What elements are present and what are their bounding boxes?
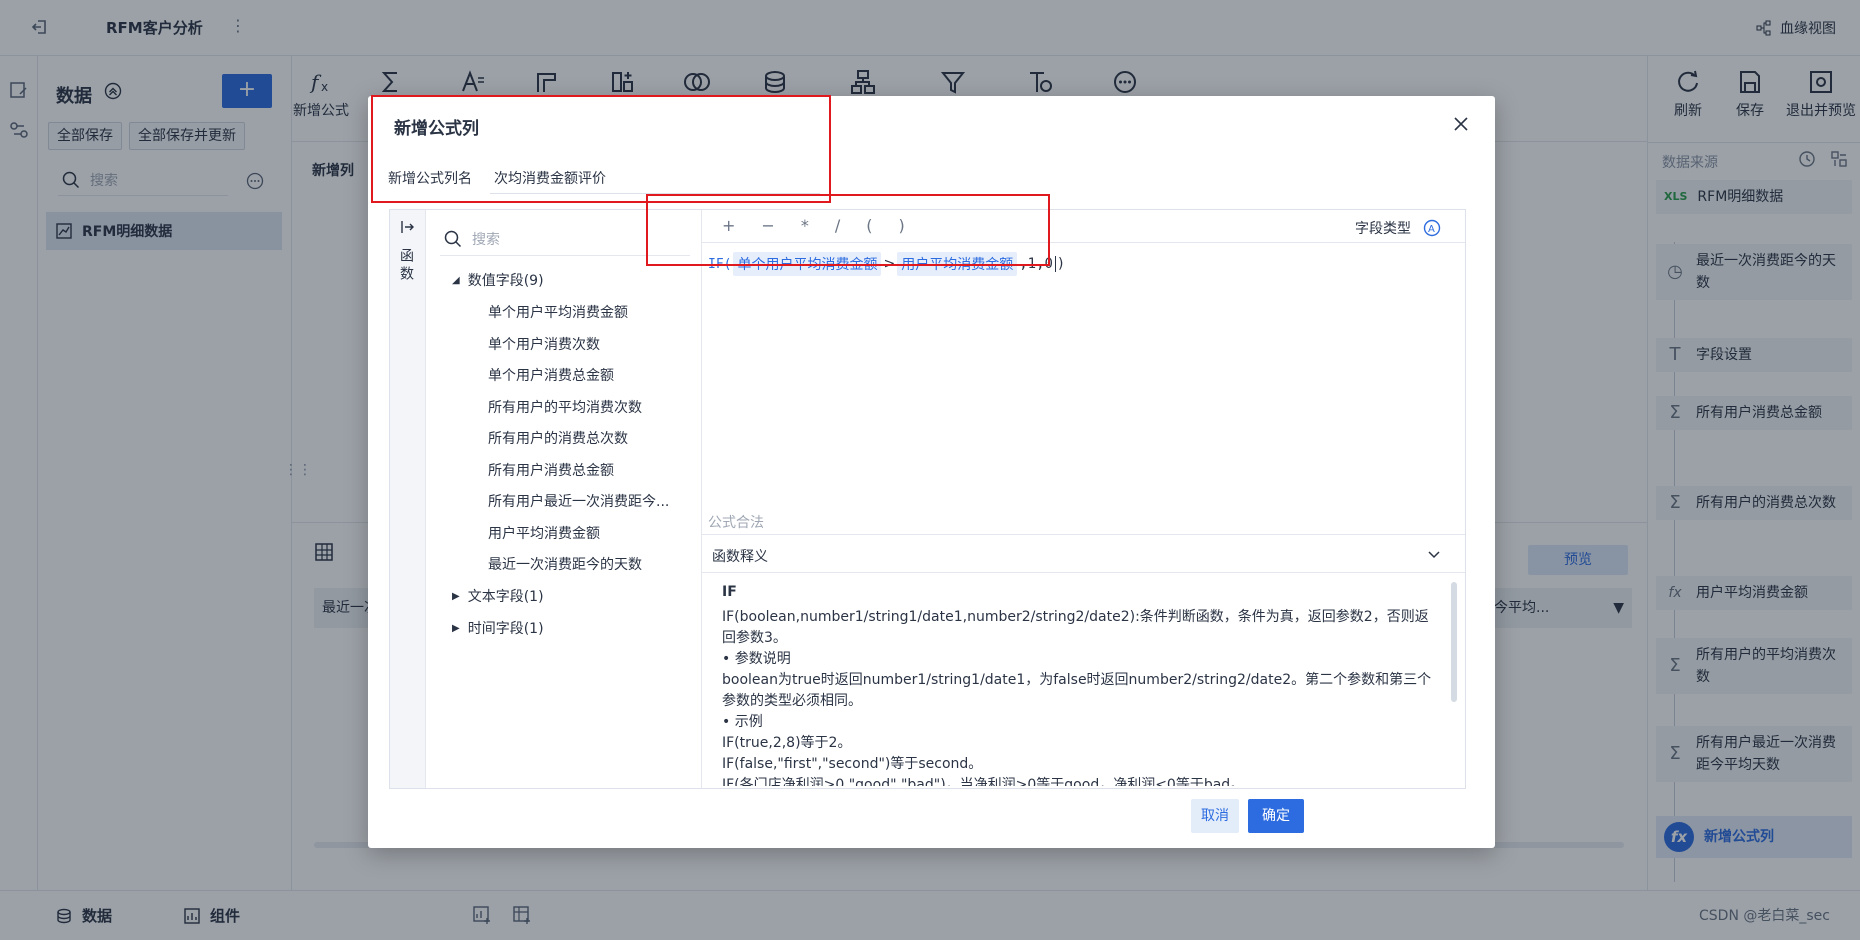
close-icon[interactable] bbox=[1453, 116, 1469, 132]
function-name: IF bbox=[722, 584, 737, 600]
search-icon bbox=[444, 230, 462, 248]
confirm-button[interactable]: 确定 bbox=[1248, 799, 1304, 833]
group-label: 时间字段(1) bbox=[467, 621, 544, 637]
field-type-selector[interactable]: 字段类型 A bbox=[1355, 218, 1441, 238]
divider bbox=[702, 534, 1465, 535]
field-item[interactable]: 单个用户消费次数 bbox=[488, 334, 693, 354]
cancel-button[interactable]: 取消 bbox=[1191, 799, 1239, 833]
example-line: IF(各门店净利润>0,"good","bad")，当净利润>0等于good，净… bbox=[722, 777, 1245, 786]
field-item[interactable]: 单个用户消费总金额 bbox=[488, 365, 693, 385]
field-search-placeholder: 搜索 bbox=[472, 231, 500, 248]
highlight-box bbox=[646, 194, 1050, 266]
text-caret bbox=[1054, 256, 1056, 272]
chevron-down-icon[interactable] bbox=[1427, 548, 1441, 562]
field-item[interactable]: 所有用户的平均消费次数 bbox=[488, 397, 693, 417]
param-text: boolean为true时返回number1/string1/date1，为fa… bbox=[722, 672, 1432, 709]
formula-close: ) bbox=[1057, 256, 1064, 272]
formula-valid-status: 公式合法 bbox=[708, 515, 764, 531]
divider bbox=[702, 572, 1465, 573]
function-signature: IF(boolean,number1/string1/date1,number2… bbox=[722, 609, 1429, 646]
caret-right-icon: ▶ bbox=[452, 622, 460, 634]
new-formula-dialog: 新增公式列 新增公式列名 函数 搜索 ◢ 数值字段(9) 单个用户平均消费金额 … bbox=[368, 95, 1495, 848]
field-item[interactable]: 最近一次消费距今的天数 bbox=[488, 554, 693, 574]
group-numeric[interactable]: ◢ 数值字段(9) bbox=[452, 270, 544, 290]
expand-icon[interactable] bbox=[400, 220, 414, 234]
function-rail[interactable]: 函数 bbox=[390, 210, 426, 788]
group-text[interactable]: ▶ 文本字段(1) bbox=[452, 586, 544, 606]
param-heading: • 参数说明 bbox=[722, 651, 791, 667]
field-panel: 搜索 ◢ 数值字段(9) 单个用户平均消费金额 单个用户消费次数 单个用户消费总… bbox=[426, 210, 702, 788]
group-time[interactable]: ▶ 时间字段(1) bbox=[452, 618, 544, 638]
function-doc-title: 函数释义 bbox=[712, 549, 768, 565]
svg-text:A: A bbox=[1428, 224, 1435, 235]
field-item[interactable]: 用户平均消费金额 bbox=[488, 523, 693, 543]
highlight-box bbox=[371, 95, 831, 203]
field-item[interactable]: 所有用户最近一次消费距今... bbox=[488, 491, 693, 511]
example-heading: • 示例 bbox=[722, 714, 763, 730]
example-line: IF(true,2,8)等于2。 bbox=[722, 735, 852, 751]
formula-editor: 函数 搜索 ◢ 数值字段(9) 单个用户平均消费金额 单个用户消费次数 单个用户… bbox=[389, 209, 1466, 789]
field-item[interactable]: 所有用户消费总金额 bbox=[488, 460, 693, 480]
example-line: IF(false,"first","second")等于second。 bbox=[722, 756, 983, 772]
group-label: 文本字段(1) bbox=[467, 589, 544, 605]
caret-down-icon: ◢ bbox=[452, 274, 460, 286]
function-tab-label: 函数 bbox=[398, 248, 414, 284]
type-a-icon: A bbox=[1423, 219, 1441, 237]
group-label: 数值字段(9) bbox=[467, 273, 544, 289]
function-doc: IF IF(boolean,number1/string1/date1,numb… bbox=[722, 582, 1442, 786]
field-item[interactable]: 所有用户的消费总次数 bbox=[488, 428, 693, 448]
formula-area: + − * / ( ) 字段类型 A IF( 单个用户平均消费金额 > 用户平均… bbox=[702, 210, 1465, 788]
field-item[interactable]: 单个用户平均消费金额 bbox=[488, 302, 693, 322]
vertical-scrollbar[interactable] bbox=[1451, 582, 1457, 702]
field-type-label: 字段类型 bbox=[1355, 221, 1411, 237]
caret-right-icon: ▶ bbox=[452, 590, 460, 602]
